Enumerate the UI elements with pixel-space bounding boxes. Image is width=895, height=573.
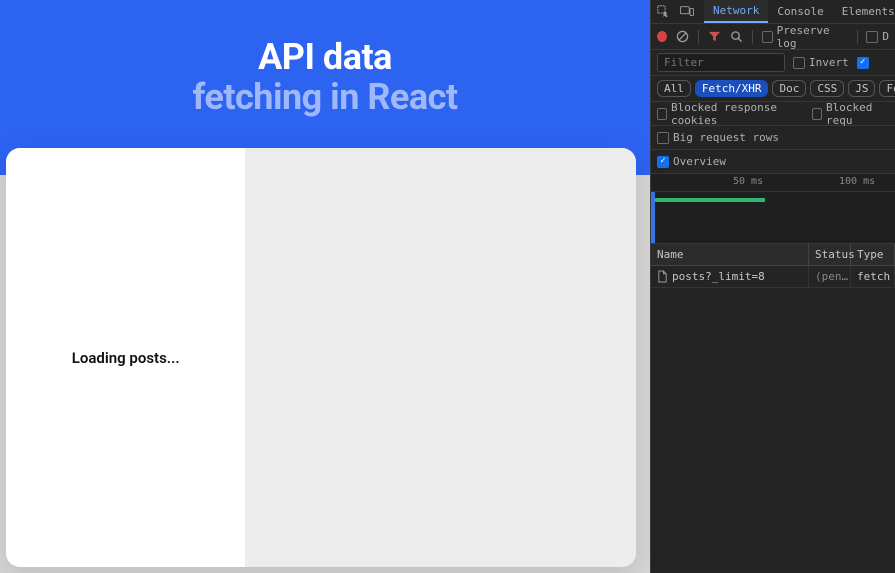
tab-elements[interactable]: Elements (833, 0, 895, 23)
separator (857, 30, 858, 44)
tab-network[interactable]: Network (704, 0, 768, 23)
type-filter-row: All Fetch/XHR Doc CSS JS Font Im (651, 76, 895, 102)
filter-fetch-xhr[interactable]: Fetch/XHR (695, 80, 769, 97)
devtools-panel: Network Console Elements Preserve log D (650, 0, 895, 573)
network-controls: Preserve log D (651, 24, 895, 50)
hero-title-line1: API data (0, 36, 650, 78)
blocked-cookies-checkbox[interactable]: Blocked response cookies (657, 101, 798, 127)
search-icon[interactable] (730, 30, 743, 43)
table-row[interactable]: posts?_limit=8 (pen… fetch (651, 266, 895, 288)
timeline-request-bar (655, 198, 765, 202)
col-name[interactable]: Name (651, 244, 809, 265)
timeline-ruler: 50 ms 100 ms (651, 174, 895, 192)
card-left-panel: Loading posts... (6, 148, 245, 567)
loading-text: Loading posts... (72, 349, 180, 367)
device-toolbar-icon[interactable] (680, 5, 694, 18)
col-type[interactable]: Type (851, 244, 895, 265)
filter-doc[interactable]: Doc (772, 80, 806, 97)
preserve-log-checkbox[interactable]: Preserve log (762, 24, 848, 50)
separator (752, 30, 753, 44)
truncated-checkbox[interactable] (857, 57, 869, 69)
cell-type: fetch (851, 266, 895, 287)
filter-input[interactable] (657, 53, 785, 72)
hero-title-line2: fetching in React (0, 76, 650, 118)
overview-checkbox[interactable]: Overview (657, 155, 726, 168)
blocked-row: Blocked response cookies Blocked requ (651, 102, 895, 126)
filter-row: Invert (651, 50, 895, 76)
card-right-panel (245, 148, 636, 567)
timeline-tick: 100 ms (839, 176, 875, 187)
filter-font[interactable]: Font (879, 80, 895, 97)
disable-cache-checkbox[interactable]: D (866, 30, 889, 43)
overview-row: Overview (651, 150, 895, 174)
big-request-rows-label: Big request rows (673, 131, 779, 144)
filter-js[interactable]: JS (848, 80, 875, 97)
invert-checkbox[interactable]: Invert (793, 56, 849, 69)
col-status[interactable]: Status (809, 244, 851, 265)
invert-label: Invert (809, 56, 849, 69)
clear-icon[interactable] (676, 30, 689, 43)
file-icon (657, 270, 668, 283)
request-table-body: posts?_limit=8 (pen… fetch (651, 266, 895, 573)
request-name: posts?_limit=8 (672, 270, 765, 283)
timeline-tick: 50 ms (733, 176, 763, 187)
big-request-rows-checkbox[interactable]: Big request rows (657, 131, 779, 144)
tab-console[interactable]: Console (768, 0, 832, 23)
record-button[interactable] (657, 31, 667, 42)
content-card: Loading posts... (6, 148, 636, 567)
timeline-overview[interactable]: 50 ms 100 ms (651, 174, 895, 244)
app-pane: API data fetching in React Loading posts… (0, 0, 650, 573)
blocked-requests-label: Blocked requ (826, 101, 889, 127)
disable-cache-label: D (882, 30, 889, 43)
request-table-header: Name Status Type (651, 244, 895, 266)
devtools-topbar: Network Console Elements (651, 0, 895, 24)
overview-label: Overview (673, 155, 726, 168)
filter-css[interactable]: CSS (810, 80, 844, 97)
cell-status: (pen… (809, 266, 851, 287)
preserve-log-label: Preserve log (777, 24, 848, 50)
big-rows-row: Big request rows (651, 126, 895, 150)
inspect-element-icon[interactable] (657, 5, 670, 18)
separator (698, 30, 699, 44)
filter-icon[interactable] (708, 30, 721, 43)
cell-name: posts?_limit=8 (651, 266, 809, 287)
devtools-tabs: Network Console Elements (704, 0, 895, 23)
blocked-cookies-label: Blocked response cookies (671, 101, 798, 127)
blocked-requests-checkbox[interactable]: Blocked requ (812, 101, 889, 127)
filter-all[interactable]: All (657, 80, 691, 97)
